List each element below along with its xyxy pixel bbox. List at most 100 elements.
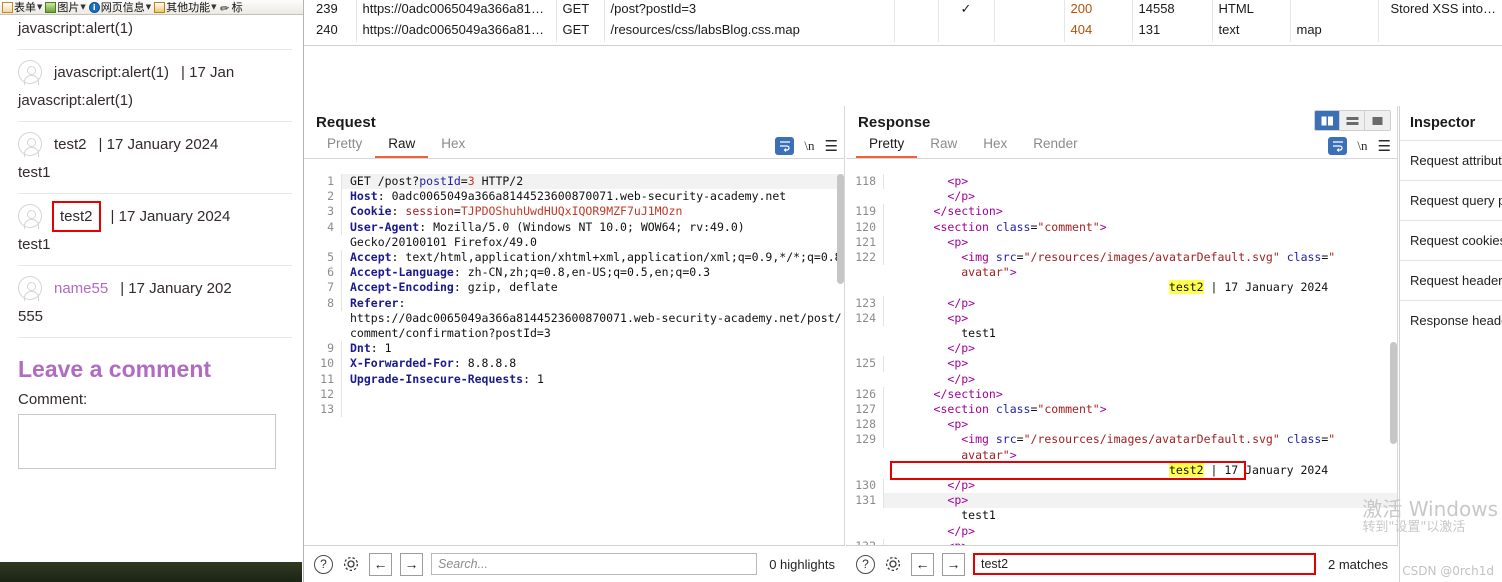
code-text: test1 <box>892 508 996 523</box>
code-line: 4 User-Agent: Mozilla/5.0 (Windows NT 10.… <box>304 219 844 235</box>
code-text: test1 <box>892 326 996 341</box>
chevron-down-icon: ▼ <box>37 3 43 11</box>
table-row[interactable]: 239 https://0adc0065049a366a8144... GET … <box>304 0 1502 21</box>
response-search-bar[interactable]: ? ← → 2 matches <box>846 545 1398 582</box>
request-tabs[interactable]: Pretty Raw Hex \n ☰ <box>304 131 844 159</box>
browser-addon-toolbar[interactable]: 表单 ▼ 图片 ▼ i 网页信息 ▼ 其他功能 ▼ ✏ 标 <box>0 0 309 15</box>
comment-partial-top: javascript:alert(1) <box>0 16 309 49</box>
line-number: 4 <box>304 219 342 235</box>
tab-hex[interactable]: Hex <box>428 133 478 158</box>
code-text: Accept-Encoding: gzip, deflate <box>350 280 558 295</box>
cell-status: 200 <box>1064 0 1133 21</box>
menu-icon[interactable]: ☰ <box>825 137 838 155</box>
line-number: 11 <box>304 371 342 387</box>
response-tabs[interactable]: Pretty Raw Hex Render \n ☰ <box>846 131 1397 159</box>
comment-date: | 17 January 2024 <box>110 207 231 225</box>
code-text: test2 | 17 January 2024 <box>1168 280 1329 295</box>
code-line: avatar"> <box>846 265 1397 280</box>
avatar <box>18 60 42 85</box>
request-editor[interactable]: 1 GET /post?postId=3 HTTP/2 2 Host: 0adc006… <box>304 174 844 545</box>
code-text: </p> <box>947 371 976 386</box>
code-line: test1 <box>846 508 1397 523</box>
comment-textarea[interactable] <box>18 414 276 469</box>
gear-icon[interactable] <box>883 554 903 574</box>
code-line: 131 <p> <box>846 493 1397 509</box>
cell-spacer <box>994 0 1065 21</box>
comment-author-link[interactable]: name55 <box>54 280 108 297</box>
page-title: Leave a comment <box>18 356 212 382</box>
code-line: </p> <box>846 341 1397 356</box>
search-previous-button[interactable]: ← <box>911 552 934 576</box>
single-pane-icon[interactable] <box>1365 111 1390 130</box>
code-line: 120 <section class="comment"> <box>846 219 1397 235</box>
cell-edited <box>894 0 939 21</box>
toolbar-label: 图片 <box>57 1 80 14</box>
request-search-bar[interactable]: ? ← → 0 highlights <box>304 545 845 582</box>
line-number: 123 <box>846 295 884 311</box>
code-line: 5 Accept: text/html,application/xhtml+xml… <box>304 250 844 266</box>
menu-icon[interactable]: ☰ <box>1378 137 1391 155</box>
info-icon: i <box>88 1 100 13</box>
toolbar-item-misc[interactable]: 其他功能 ▼ <box>154 0 217 15</box>
code-text: Gecko/20100101 Firefox/49.0 <box>350 234 537 249</box>
browser-window: 表单 ▼ 图片 ▼ i 网页信息 ▼ 其他功能 ▼ ✏ 标 javascript… <box>0 0 310 582</box>
csdn-watermark: CSDN @0rch1d <box>1402 564 1494 578</box>
search-previous-button[interactable]: ← <box>369 552 392 576</box>
code-line: 128 <p> <box>846 417 1397 433</box>
code-text: test2 | 17 January 2024 <box>884 460 1328 481</box>
tab-raw[interactable]: Raw <box>375 133 429 158</box>
inspector-item-request-query-params[interactable]: Request query pa <box>1400 180 1502 220</box>
code-line: 125 <p> <box>846 356 1397 372</box>
pane-splitter[interactable] <box>304 46 1502 106</box>
burp-suite-window: 239 https://0adc0065049a366a8144... GET … <box>303 0 1502 582</box>
line-number: 124 <box>846 310 884 327</box>
split-vertical-icon[interactable] <box>1315 111 1340 130</box>
layout-toggle-group[interactable] <box>1314 110 1391 131</box>
code-text: Referer: <box>350 295 406 310</box>
word-wrap-icon[interactable] <box>775 137 795 155</box>
response-tab-tools[interactable]: \n ☰ <box>1328 137 1391 155</box>
code-text: avatar"> <box>961 447 1017 462</box>
newline-icon[interactable]: \n <box>1357 138 1367 154</box>
inspector-item-request-attributes[interactable]: Request attributes <box>1400 140 1502 180</box>
inspector-item-request-headers[interactable]: Request headers <box>1400 260 1502 300</box>
response-scrollbar[interactable] <box>1390 174 1397 545</box>
response-search-input[interactable] <box>973 553 1317 575</box>
request-scrollbar[interactable] <box>837 174 844 545</box>
tab-raw[interactable]: Raw <box>917 133 970 158</box>
split-horizontal-icon[interactable] <box>1340 111 1365 130</box>
line-number: 130 <box>846 478 884 494</box>
response-editor[interactable]: 118 <p> </p> 119 </section> 120 <section c… <box>846 174 1397 545</box>
comment-header: name55 | 17 January 202 <box>18 266 292 301</box>
toolbar-item-images[interactable]: 图片 ▼ <box>45 0 86 15</box>
word-wrap-icon[interactable] <box>1328 137 1348 155</box>
toolbar-item-form[interactable]: 表单 ▼ <box>2 0 42 15</box>
tab-pretty[interactable]: Pretty <box>856 133 918 158</box>
tab-hex[interactable]: Hex <box>970 133 1020 158</box>
request-tab-tools[interactable]: \n ☰ <box>775 137 838 155</box>
inspector-item-request-cookies[interactable]: Request cookies <box>1400 220 1502 260</box>
response-match-count: 2 matches <box>1328 556 1388 572</box>
comment-body: javascript:alert(1) <box>18 20 134 37</box>
inspector-item-response-headers[interactable]: Response heade <box>1400 300 1502 340</box>
help-icon[interactable]: ? <box>856 554 875 574</box>
search-next-button[interactable]: → <box>400 552 423 576</box>
comment-header: test2 | 17 January 2024 <box>18 122 292 157</box>
page-footer-image <box>0 562 302 582</box>
proxy-history-table[interactable]: 239 https://0adc0065049a366a8144... GET … <box>304 0 1502 46</box>
tab-pretty[interactable]: Pretty <box>314 133 375 158</box>
toolbar-item-annotate[interactable]: ✏ 标 <box>219 0 243 15</box>
table-row[interactable]: 240 https://0adc0065049a366a8144... GET … <box>304 21 1502 42</box>
toolbar-label: 其他功能 <box>166 1 211 14</box>
code-line: test2 | 17 January 2024 <box>846 280 1397 295</box>
toolbar-item-page-info[interactable]: i 网页信息 ▼ <box>88 0 151 15</box>
help-icon[interactable]: ? <box>314 554 333 574</box>
code-line: 12 <box>304 386 844 403</box>
gear-icon[interactable] <box>341 554 361 574</box>
request-search-input[interactable] <box>431 553 758 575</box>
inspector-title: Inspector <box>1410 115 1476 131</box>
newline-icon[interactable]: \n <box>804 138 814 154</box>
tab-render[interactable]: Render <box>1020 133 1090 158</box>
search-next-button[interactable]: → <box>942 552 965 576</box>
comment-date: | 17 Jan <box>181 63 235 81</box>
